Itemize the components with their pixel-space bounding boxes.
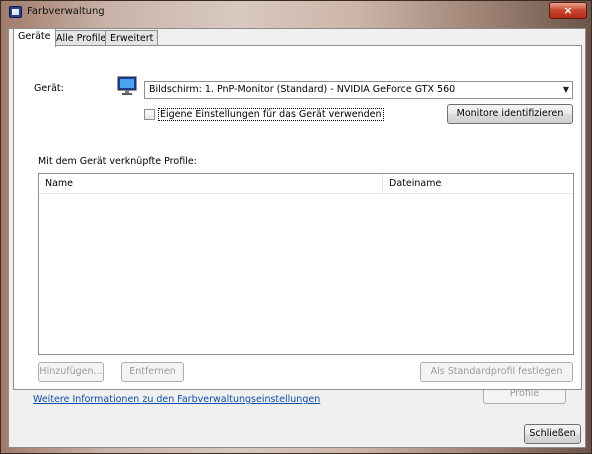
app-icon: [9, 6, 22, 18]
column-name[interactable]: Name: [45, 178, 73, 189]
set-default-button[interactable]: Als Standardprofil festlegen: [420, 362, 573, 382]
monitor-icon: [117, 76, 137, 95]
custom-settings-label[interactable]: Eigene Einstellungen für das Gerät verwe…: [158, 108, 384, 121]
farbverwaltung-window: Farbverwaltung × Geräte Alle Profile Erw…: [0, 0, 592, 454]
device-select-value: Bildschirm: 1. PnP-Monitor (Standard) - …: [149, 84, 456, 95]
identify-monitors-button[interactable]: Monitore identifizieren: [447, 104, 573, 124]
window-title: Farbverwaltung: [27, 6, 105, 17]
custom-settings-checkbox[interactable]: [144, 109, 155, 120]
close-button[interactable]: Schließen: [524, 424, 581, 444]
device-select[interactable]: Bildschirm: 1. PnP-Monitor (Standard) - …: [144, 81, 573, 99]
device-label: Gerät:: [34, 83, 64, 94]
tab-geraete[interactable]: Geräte: [13, 28, 56, 47]
add-button[interactable]: Hinzufügen...: [38, 362, 104, 382]
close-icon[interactable]: ×: [549, 2, 587, 19]
title-bar[interactable]: Farbverwaltung ×: [1, 1, 592, 23]
dropdown-arrow-icon: ▼: [562, 85, 569, 94]
profiles-list-header: Name Dateiname: [39, 174, 573, 194]
remove-button[interactable]: Entfernen: [121, 362, 184, 382]
profiles-list[interactable]: Name Dateiname: [38, 173, 574, 355]
dialog-client: Geräte Alle Profile Erweitert Gerät: Bil…: [8, 28, 586, 448]
column-dateiname[interactable]: Dateiname: [389, 178, 441, 189]
tab-panel-geraete: Gerät: Bildschirm: 1. PnP-Monitor (Stand…: [13, 45, 582, 390]
more-info-link[interactable]: Weitere Informationen zu den Farbverwalt…: [33, 394, 320, 405]
profiles-heading: Mit dem Gerät verknüpfte Profile:: [38, 156, 197, 167]
column-separator[interactable]: [382, 174, 383, 194]
